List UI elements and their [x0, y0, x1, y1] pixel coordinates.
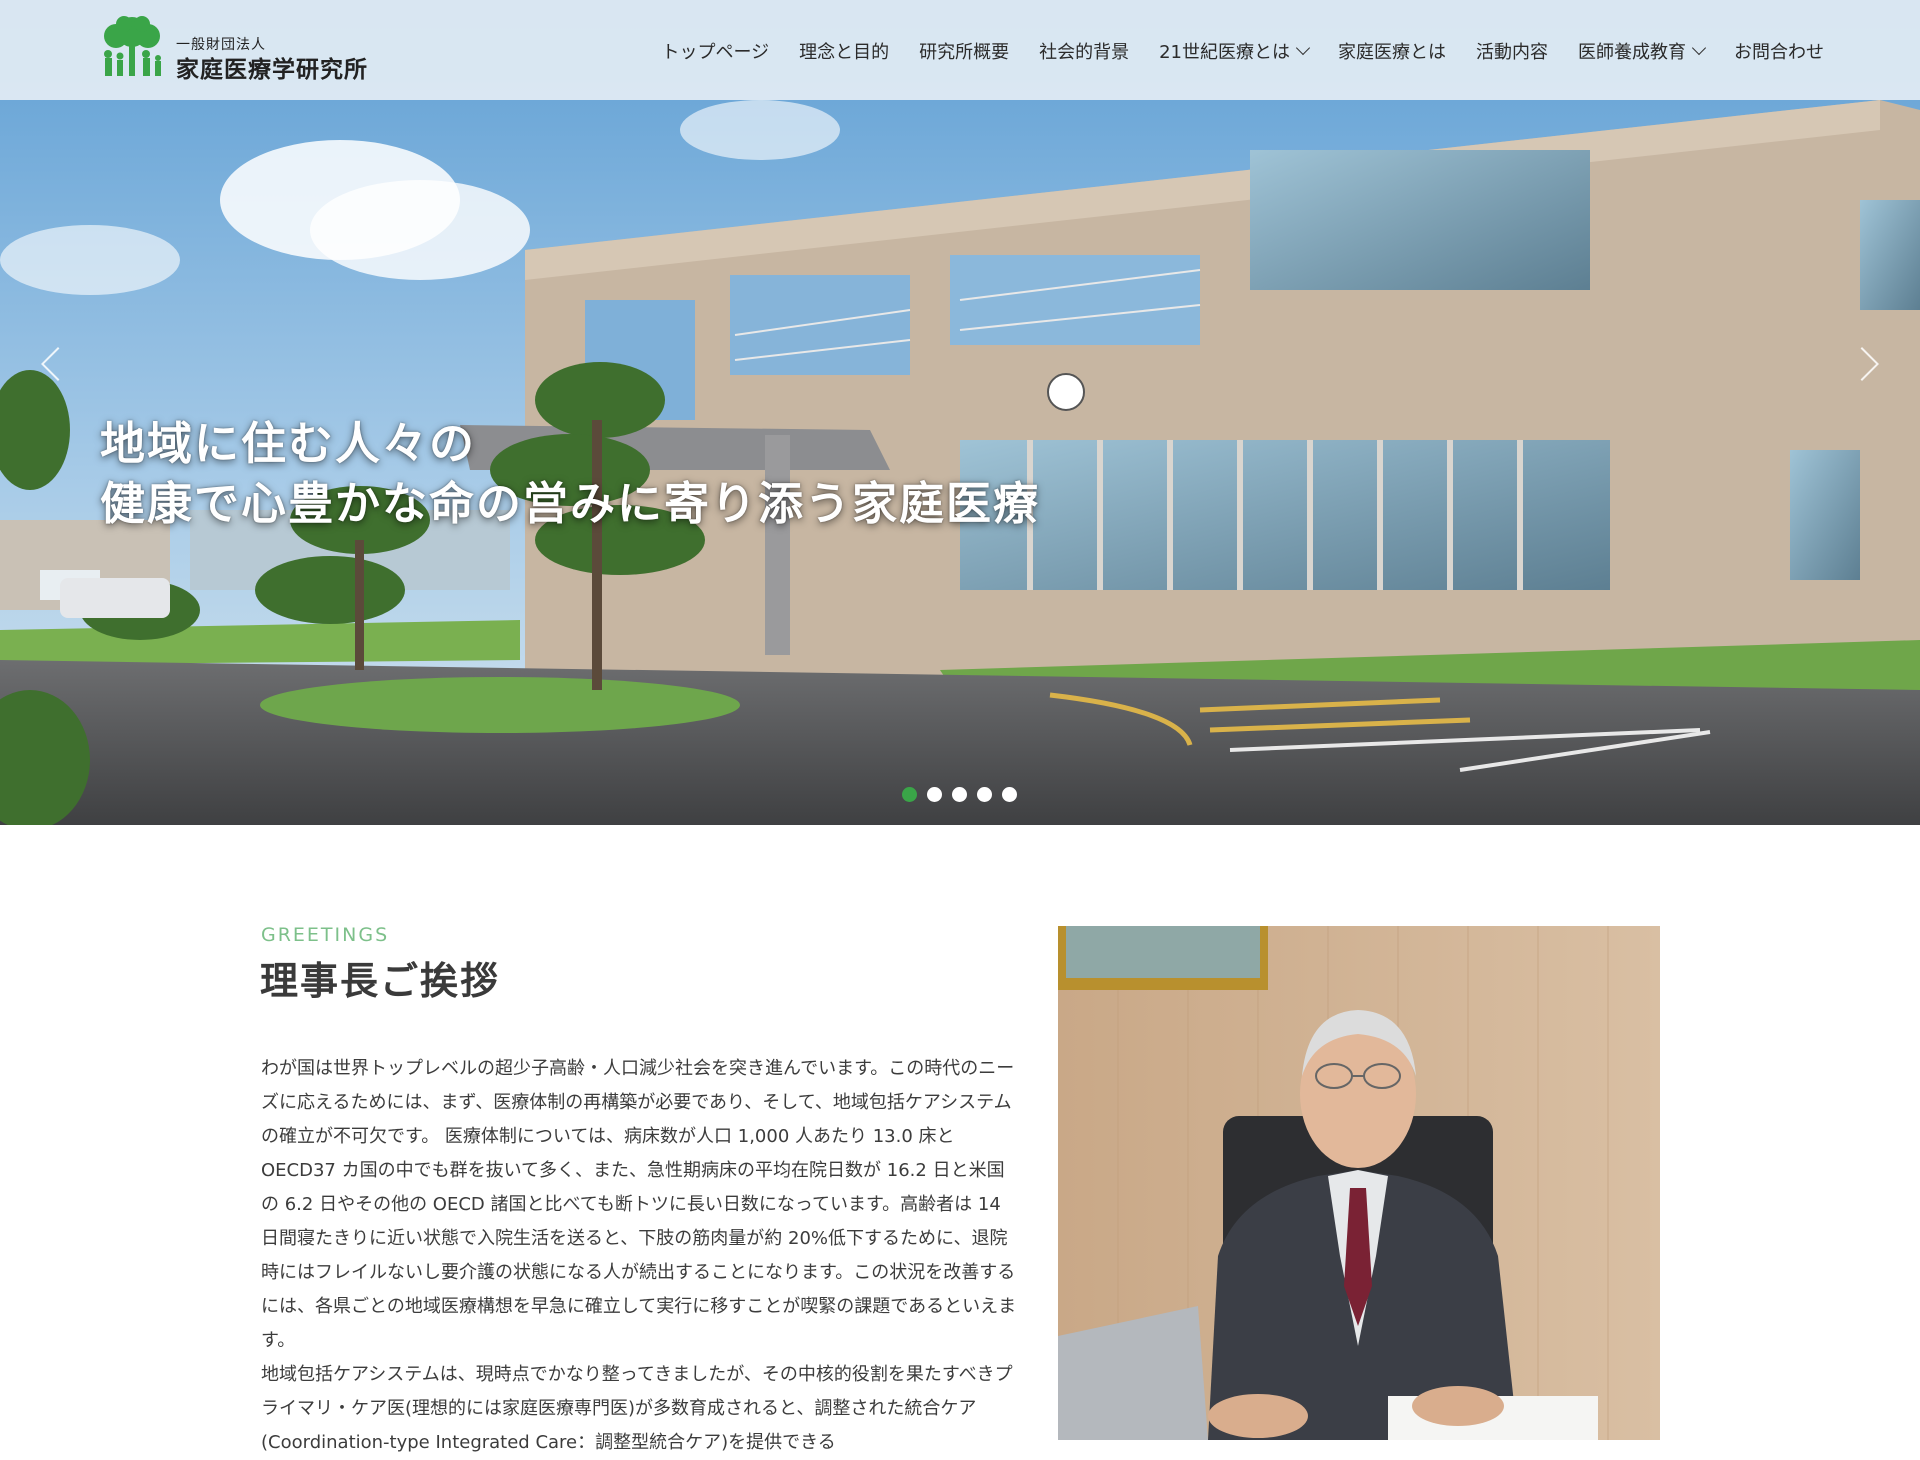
- nav-item-physician-training[interactable]: 医師養成教育: [1578, 38, 1707, 64]
- nav-item-contact[interactable]: お問合わせ: [1734, 38, 1824, 64]
- nav-item-activities[interactable]: 活動内容: [1476, 38, 1548, 64]
- tree-family-logo-icon: [104, 16, 161, 76]
- nav-item-label: 社会的背景: [1039, 42, 1130, 63]
- hero-slider: 地域に住む人々の 健康で心豊かな命の営みに寄り添う家庭医療: [0, 0, 1920, 825]
- section-eyebrow: GREETINGS: [261, 924, 390, 946]
- nav-item-top[interactable]: トップページ: [661, 38, 769, 64]
- site-header: 一般財団法人 家庭医療学研究所 トップページ 理念と目的 研究所概要 社会的背景…: [0, 0, 1920, 100]
- hero-heading-line2: 健康で心豊かな命の営みに寄り添う家庭医療: [100, 477, 1041, 530]
- nav-item-label: 21世紀医療とは: [1159, 42, 1290, 63]
- nav-item-background[interactable]: 社会的背景: [1039, 38, 1129, 64]
- nav-item-family-medicine[interactable]: 家庭医療とは: [1338, 38, 1446, 64]
- greeting-body: わが国は世界トップレベルの超少子高齢・人口減少社会を突き進んでいます。この時代の…: [261, 1052, 1021, 1460]
- slider-dot-4[interactable]: [977, 787, 992, 802]
- logo-org-name: 家庭医療学研究所: [176, 56, 368, 83]
- chevron-down-icon: [1691, 40, 1707, 56]
- nav-item-21st-century-medicine[interactable]: 21世紀医療とは: [1159, 38, 1311, 64]
- hero-heading-line1: 地域に住む人々の: [100, 417, 477, 470]
- nav-item-label: トップページ: [661, 42, 770, 63]
- nav-item-label: 活動内容: [1476, 42, 1548, 63]
- greeting-paragraph-1: わが国は世界トップレベルの超少子高齢・人口減少社会を突き進んでいます。この時代の…: [261, 1058, 1017, 1351]
- nav-item-label: 医師養成教育: [1578, 42, 1686, 63]
- slider-pagination: [902, 787, 1027, 802]
- slider-dot-2[interactable]: [927, 787, 942, 802]
- chairman-photo: [1058, 926, 1660, 1440]
- slider-dot-5[interactable]: [1002, 787, 1017, 802]
- slider-dot-1[interactable]: [902, 787, 917, 802]
- nav-item-overview[interactable]: 研究所概要: [919, 38, 1009, 64]
- chevron-down-icon: [1295, 40, 1311, 56]
- greeting-paragraph-2: 地域包括ケアシステムは、現時点でかなり整ってきましたが、その中核的役割を果たすべ…: [261, 1364, 1013, 1453]
- chairman-portrait-image: [1058, 926, 1660, 1440]
- nav-item-label: 家庭医療とは: [1338, 42, 1446, 63]
- global-nav: トップページ 理念と目的 研究所概要 社会的背景 21世紀医療とは 家庭医療とは…: [661, 38, 1824, 64]
- site-logo[interactable]: 一般財団法人 家庭医療学研究所: [96, 16, 386, 83]
- hero-photo-clinic-building: [0, 0, 1920, 825]
- nav-item-label: お問合わせ: [1734, 42, 1824, 63]
- section-title: 理事長ご挨拶: [260, 959, 501, 1003]
- slider-dot-3[interactable]: [952, 787, 967, 802]
- nav-item-philosophy[interactable]: 理念と目的: [799, 38, 889, 64]
- nav-item-label: 理念と目的: [799, 42, 890, 63]
- nav-item-label: 研究所概要: [919, 42, 1010, 63]
- hero-heading: 地域に住む人々の 健康で心豊かな命の営みに寄り添う家庭医療: [100, 414, 1040, 534]
